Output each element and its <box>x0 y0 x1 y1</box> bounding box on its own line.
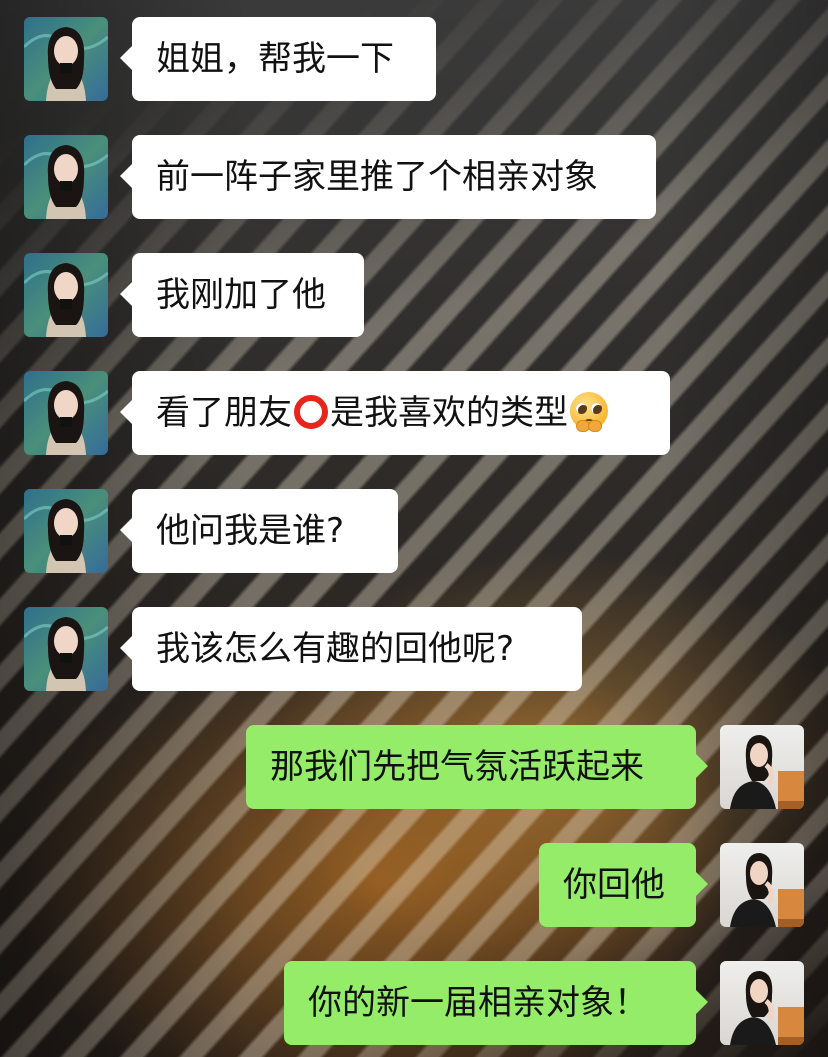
message-row: 你回他 <box>0 843 828 927</box>
message-row: 我该怎么有趣的回他呢? <box>0 607 828 691</box>
contact-avatar[interactable] <box>24 135 108 219</box>
message-row: 你的新一届相亲对象！ <box>0 961 828 1045</box>
pleading-face-icon <box>570 392 608 432</box>
incoming-message-bubble[interactable]: 我刚加了他 <box>120 253 364 337</box>
message-text: 姐姐，帮我一下 <box>156 39 394 79</box>
incoming-message-bubble[interactable]: 前一阵子家里推了个相亲对象 <box>120 135 656 219</box>
red-circle-icon <box>294 395 328 429</box>
outgoing-message-bubble[interactable]: 你的新一届相亲对象！ <box>284 961 708 1045</box>
message-text: 你回他 <box>563 865 665 905</box>
message-text: 我刚加了他 <box>156 275 326 315</box>
incoming-message-bubble[interactable]: 姐姐，帮我一下 <box>120 17 436 101</box>
message-text: 我该怎么有趣的回他呢? <box>156 629 515 669</box>
user-avatar[interactable] <box>720 961 804 1045</box>
contact-avatar[interactable] <box>24 17 108 101</box>
message-text: 前一阵子家里推了个相亲对象 <box>156 157 598 197</box>
message-text: 看了朋友 <box>156 393 292 433</box>
incoming-message-bubble[interactable]: 我该怎么有趣的回他呢? <box>120 607 582 691</box>
message-row: 姐姐，帮我一下 <box>0 17 828 101</box>
contact-avatar[interactable] <box>24 253 108 337</box>
message-text: 那我们先把气氛活跃起来 <box>270 747 644 787</box>
message-text: 是我喜欢的类型 <box>330 393 568 433</box>
contact-avatar[interactable] <box>24 607 108 691</box>
incoming-message-bubble[interactable]: 他问我是谁? <box>120 489 398 573</box>
message-row: 那我们先把气氛活跃起来 <box>0 725 828 809</box>
message-row: 我刚加了他 <box>0 253 828 337</box>
outgoing-message-bubble[interactable]: 那我们先把气氛活跃起来 <box>246 725 708 809</box>
user-avatar[interactable] <box>720 843 804 927</box>
message-row: 看了朋友 是我喜欢的类型 <box>0 371 828 455</box>
outgoing-message-bubble[interactable]: 你回他 <box>539 843 708 927</box>
contact-avatar[interactable] <box>24 371 108 455</box>
message-row: 前一阵子家里推了个相亲对象 <box>0 135 828 219</box>
user-avatar[interactable] <box>720 725 804 809</box>
incoming-message-bubble[interactable]: 看了朋友 是我喜欢的类型 <box>120 371 670 455</box>
message-text: 他问我是谁? <box>156 511 345 551</box>
message-row: 他问我是谁? <box>0 489 828 573</box>
contact-avatar[interactable] <box>24 489 108 573</box>
message-text: 你的新一届相亲对象！ <box>308 983 648 1023</box>
